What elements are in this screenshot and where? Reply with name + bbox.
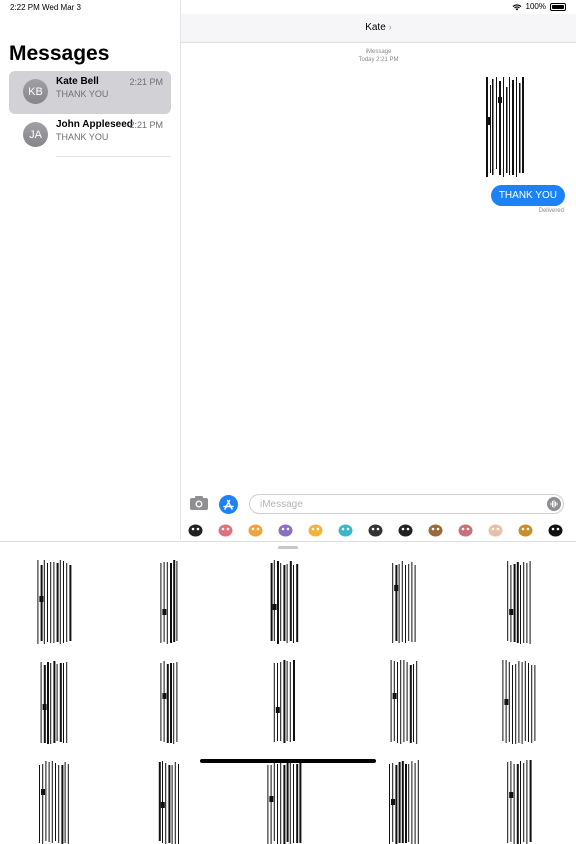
bunny-sticker-app-icon[interactable] xyxy=(485,519,506,540)
conversation-preview: THANK YOU xyxy=(56,89,109,99)
message-timestamp: Today 2:21 PM xyxy=(358,57,399,63)
bird-sticker-app-icon[interactable] xyxy=(305,519,326,540)
barcode-sticker-3[interactable] xyxy=(267,560,303,644)
audio-message-button[interactable] xyxy=(547,497,561,511)
barcode-sticker-1[interactable] xyxy=(37,560,73,644)
chat-header: Kate › xyxy=(181,14,576,43)
app-store-icon xyxy=(223,499,234,510)
dinosaur-sticker-app-icon[interactable] xyxy=(365,519,386,540)
penguin-sticker-app-icon[interactable] xyxy=(185,519,206,540)
conversation-item-kate-bell[interactable]: KB Kate Bell 2:21 PM THANK YOU xyxy=(9,71,171,114)
wifi-icon xyxy=(512,3,521,10)
barcode-sticker-6[interactable] xyxy=(37,660,73,744)
sticker-drawer xyxy=(0,541,576,844)
barcode-sticker-4[interactable] xyxy=(387,760,423,844)
chevron-right-icon: › xyxy=(388,22,392,32)
barcode-sticker-7[interactable] xyxy=(152,660,188,744)
status-right: 100% xyxy=(512,2,566,11)
barcode-sticker-10[interactable] xyxy=(502,660,538,744)
chicken-sticker-app-icon[interactable] xyxy=(245,519,266,540)
conversation-item-john-appleseed[interactable]: JA John Appleseed 2:21 PM THANK YOU xyxy=(9,114,171,157)
barcode-sticker-9[interactable] xyxy=(387,660,423,744)
list-divider xyxy=(56,156,171,157)
message-input-container[interactable] xyxy=(249,494,564,514)
black-cat-sticker-app-icon[interactable] xyxy=(545,519,566,540)
chat-title: Kate xyxy=(365,22,386,33)
cat-sticker-app-icon[interactable] xyxy=(215,519,236,540)
barcode-sticker-1[interactable] xyxy=(37,760,73,844)
battery-percent: 100% xyxy=(525,2,546,11)
ufo-sticker-app-icon[interactable] xyxy=(275,519,296,540)
delivery-status: Delivered xyxy=(538,208,564,214)
camera-icon[interactable] xyxy=(189,495,209,511)
barcode-sticker-5[interactable] xyxy=(502,760,538,844)
barcode-sticker-2[interactable] xyxy=(152,560,188,644)
sent-barcode-sticker[interactable] xyxy=(486,77,526,177)
avatar: KB xyxy=(23,79,48,104)
avatar: JA xyxy=(23,122,48,147)
barcode-sticker-2[interactable] xyxy=(152,760,188,844)
compose-bar xyxy=(181,491,576,517)
hedgehog-sticker-app-icon[interactable] xyxy=(425,519,446,540)
conversation-sidebar: Messages KB Kate Bell 2:21 PM THANK YOU … xyxy=(0,0,181,540)
panda-sticker-app-icon[interactable] xyxy=(395,519,416,540)
message-input[interactable] xyxy=(258,498,542,511)
service-label: iMessage xyxy=(365,49,392,55)
app-store-button[interactable] xyxy=(219,495,238,514)
barcode-sticker-5[interactable] xyxy=(502,560,538,644)
barcode-sticker-8[interactable] xyxy=(267,660,303,744)
whale-sticker-app-icon[interactable] xyxy=(335,519,356,540)
chat-title-button[interactable]: Kate › xyxy=(181,22,576,33)
app-drawer-tray xyxy=(181,517,576,541)
camel-sticker-app-icon[interactable] xyxy=(515,519,536,540)
barcode-sticker-4[interactable] xyxy=(387,560,423,644)
battery-icon xyxy=(550,2,566,11)
waveform-icon xyxy=(550,500,558,508)
conversation-preview: THANK YOU xyxy=(56,132,109,142)
barcode-sticker-3[interactable] xyxy=(267,760,303,844)
home-indicator[interactable] xyxy=(200,759,376,763)
sidebar-title: Messages xyxy=(9,42,110,65)
conversation-time: 2:21 PM xyxy=(129,120,163,130)
drawer-handle[interactable] xyxy=(278,546,298,549)
conversation-name: John Appleseed xyxy=(56,119,133,130)
sent-message-bubble[interactable]: THANK YOU xyxy=(490,185,565,206)
conversation-time: 2:21 PM xyxy=(129,77,163,87)
pig-sticker-app-icon[interactable] xyxy=(455,519,476,540)
conversation-name: Kate Bell xyxy=(56,76,99,87)
